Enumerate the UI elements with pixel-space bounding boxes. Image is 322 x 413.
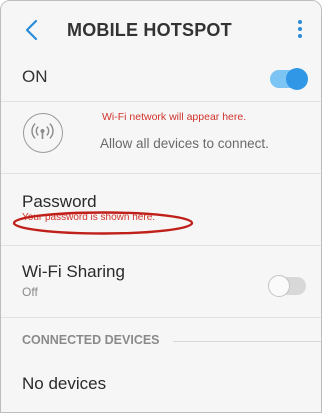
connected-devices-header: CONNECTED DEVICES	[22, 333, 160, 347]
app-bar: MOBILE HOTSPOT	[1, 1, 321, 59]
back-button[interactable]	[23, 18, 41, 42]
toggle-knob	[268, 275, 290, 297]
password-label: Password	[22, 192, 97, 211]
wifi-sharing-status: Off	[22, 285, 38, 299]
page-title: MOBILE HOTSPOT	[67, 20, 232, 40]
mobile-hotspot-screen: MOBILE HOTSPOT ON Wi-Fi network will app…	[0, 0, 322, 413]
divider	[1, 173, 321, 174]
master-switch-toggle[interactable]	[270, 68, 308, 90]
master-switch-label: ON	[22, 67, 48, 86]
highlight-ellipse	[12, 211, 194, 235]
divider	[1, 101, 321, 102]
more-vertical-icon	[293, 20, 307, 38]
wifi-sharing-row[interactable]: Wi-Fi Sharing Off	[1, 259, 321, 309]
section-divider	[173, 341, 321, 342]
wifi-sharing-toggle[interactable]	[268, 275, 306, 297]
wifi-sharing-label: Wi-Fi Sharing	[22, 262, 125, 281]
no-devices-text: No devices	[22, 374, 107, 393]
more-options-button[interactable]	[293, 18, 307, 42]
divider	[1, 245, 321, 246]
wifi-hotspot-icon	[23, 113, 63, 153]
allow-devices-text: Allow all devices to connect.	[100, 136, 269, 151]
chevron-left-icon	[25, 19, 38, 41]
divider	[1, 317, 321, 318]
wifi-hotspot-icon-glyph	[31, 123, 54, 139]
toggle-knob	[286, 68, 308, 90]
hotspot-master-switch-row[interactable]: ON	[1, 59, 321, 101]
network-name-annotation: Wi-Fi network will appear here.	[102, 111, 247, 123]
